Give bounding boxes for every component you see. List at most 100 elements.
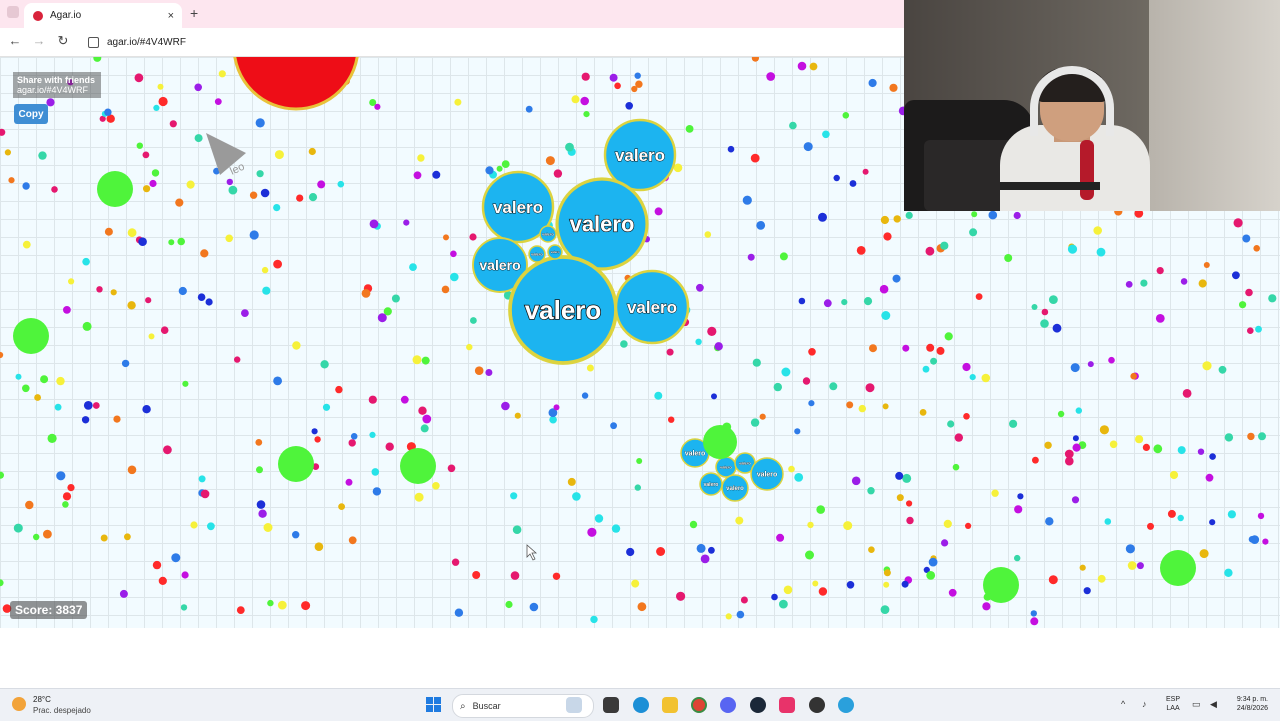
share-title: Share with friends bbox=[17, 75, 96, 85]
player-name-label: valero bbox=[704, 482, 719, 488]
edge-browser-icon[interactable] bbox=[633, 697, 649, 713]
food-pellet bbox=[1032, 456, 1039, 464]
food-pellet bbox=[68, 278, 75, 285]
network-icon[interactable]: ▭ bbox=[1192, 699, 1201, 710]
food-pellet bbox=[314, 542, 324, 551]
food-pellet bbox=[742, 195, 752, 205]
food-pellet bbox=[756, 221, 766, 230]
food-pellet bbox=[1099, 425, 1109, 435]
food-pellet bbox=[409, 263, 417, 271]
food-pellet bbox=[1218, 365, 1227, 374]
food-pellet bbox=[207, 522, 215, 531]
food-pellet bbox=[249, 230, 259, 240]
food-pellet bbox=[567, 477, 576, 486]
webcam-door bbox=[1149, 0, 1280, 211]
new-tab-button[interactable]: + bbox=[190, 5, 198, 21]
food-pellet bbox=[81, 416, 90, 424]
copy-button[interactable]: Copy bbox=[14, 104, 48, 124]
system-clock[interactable]: 9:34 p. m. 24/8/2026 bbox=[1224, 695, 1268, 713]
task-view-icon[interactable] bbox=[603, 697, 619, 713]
webcam-overlay bbox=[904, 0, 1280, 211]
site-info-icon[interactable] bbox=[88, 36, 99, 48]
food-pellet bbox=[177, 237, 185, 246]
virus bbox=[278, 446, 314, 482]
weather-temperature: 28°C bbox=[33, 695, 51, 704]
food-pellet bbox=[812, 580, 819, 587]
food-pellet bbox=[104, 227, 113, 236]
food-pellet bbox=[1031, 304, 1038, 310]
close-tab-icon[interactable]: × bbox=[168, 10, 174, 22]
food-pellet bbox=[1258, 432, 1266, 441]
food-pellet bbox=[525, 105, 533, 113]
weather-sun-icon[interactable] bbox=[12, 697, 26, 711]
food-pellet bbox=[1169, 470, 1179, 480]
food-pellet bbox=[450, 272, 459, 282]
obs-icon[interactable] bbox=[809, 697, 825, 713]
food-pellet bbox=[1041, 308, 1049, 316]
food-pellet bbox=[965, 522, 972, 529]
language-indicator[interactable]: ESP LAA bbox=[1166, 695, 1180, 713]
food-pellet bbox=[127, 301, 136, 310]
tiktok-icon[interactable] bbox=[779, 697, 795, 713]
food-pellet bbox=[22, 182, 30, 190]
food-pellet bbox=[400, 395, 409, 404]
telegram-icon[interactable] bbox=[838, 697, 854, 713]
widgets-app-icon[interactable] bbox=[566, 697, 582, 713]
food-pellet bbox=[151, 169, 160, 177]
tray-chevron-icon[interactable]: ^ bbox=[1121, 699, 1125, 709]
food-pellet bbox=[1255, 325, 1262, 333]
enemy-red-cell bbox=[233, 57, 359, 111]
food-pellet bbox=[0, 128, 6, 136]
virus bbox=[983, 567, 1019, 603]
microphone-tray-icon[interactable]: ♪ bbox=[1142, 699, 1147, 709]
food-pellet bbox=[263, 523, 273, 532]
forward-arrow-icon[interactable]: → bbox=[31, 33, 47, 48]
back-arrow-icon[interactable]: ← bbox=[7, 33, 23, 48]
food-pellet bbox=[256, 170, 264, 178]
food-pellet bbox=[1203, 262, 1210, 268]
food-pellet bbox=[96, 286, 103, 293]
food-pellet bbox=[361, 289, 371, 298]
windows-start-icon[interactable] bbox=[426, 697, 441, 712]
food-pellet bbox=[1167, 509, 1176, 518]
food-pellet bbox=[816, 505, 825, 514]
steam-icon[interactable] bbox=[750, 697, 766, 713]
food-pellet bbox=[529, 602, 539, 612]
discord-icon[interactable] bbox=[720, 697, 736, 713]
address-bar[interactable]: agar.io/#4V4WRF bbox=[82, 32, 902, 52]
reload-icon[interactable]: ↻ bbox=[55, 33, 71, 49]
food-pellet bbox=[67, 484, 75, 492]
food-pellet bbox=[843, 521, 853, 531]
food-pellet bbox=[1180, 278, 1188, 285]
food-pellet bbox=[1224, 568, 1233, 577]
food-pellet bbox=[1232, 271, 1240, 280]
windows-taskbar: 28°C Prac. despejado ⌕ Buscar ^ ♪ ESP LA… bbox=[0, 688, 1280, 721]
food-pellet bbox=[1009, 419, 1018, 428]
virus bbox=[97, 171, 133, 207]
food-pellet bbox=[82, 321, 92, 331]
food-pellet bbox=[926, 343, 935, 352]
food-pellet bbox=[851, 476, 861, 486]
food-pellet bbox=[441, 285, 450, 294]
food-pellet bbox=[963, 413, 970, 420]
food-pellet bbox=[583, 111, 590, 118]
food-pellet bbox=[883, 569, 891, 577]
food-pellet bbox=[256, 500, 266, 509]
food-pellet bbox=[194, 83, 202, 92]
food-pellet bbox=[944, 332, 953, 341]
food-pellet bbox=[1045, 517, 1054, 526]
food-pellet bbox=[714, 342, 723, 351]
food-pellet bbox=[766, 72, 776, 81]
player-name-label: valero bbox=[525, 295, 602, 325]
chrome-browser-icon[interactable] bbox=[691, 697, 707, 713]
volume-icon[interactable]: ◀ bbox=[1210, 699, 1217, 710]
tab-agario[interactable]: Agar.io × bbox=[24, 3, 182, 28]
food-pellet bbox=[634, 72, 641, 79]
weather-description: Prac. despejado bbox=[33, 706, 91, 715]
tab-list-icon[interactable] bbox=[7, 6, 19, 18]
food-pellet bbox=[833, 174, 840, 182]
food-pellet bbox=[1155, 314, 1165, 323]
file-explorer-icon[interactable] bbox=[662, 697, 678, 713]
food-pellet bbox=[134, 73, 144, 83]
language-top: ESP bbox=[1166, 696, 1181, 703]
